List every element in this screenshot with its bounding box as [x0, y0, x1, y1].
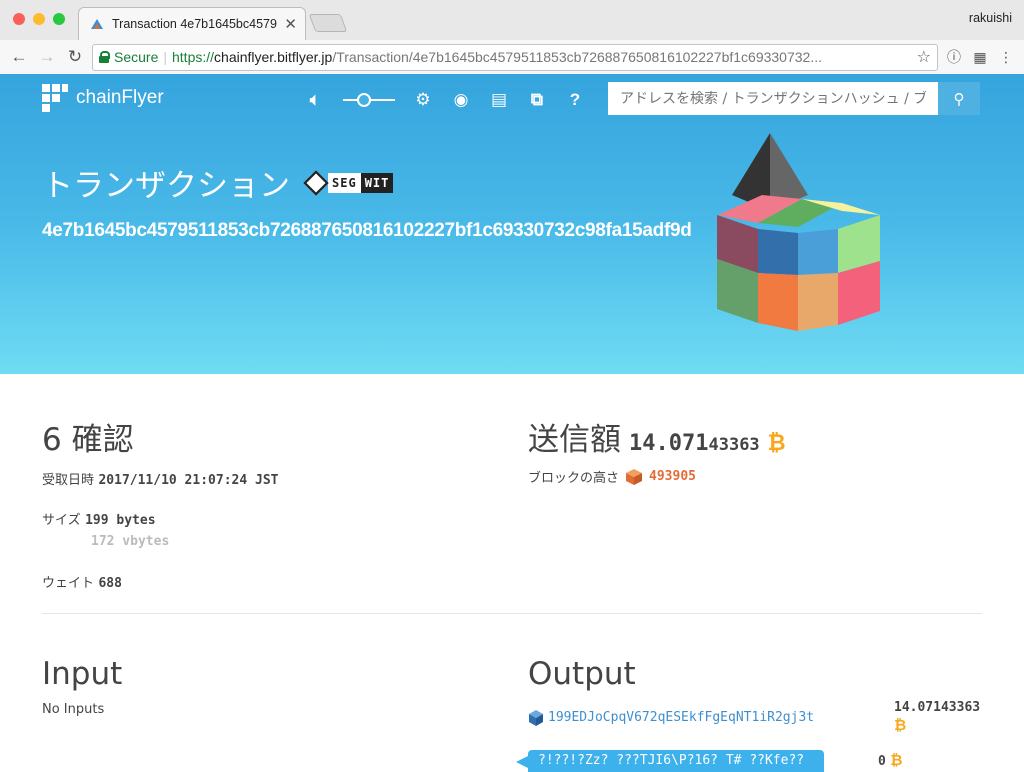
site-favicon-icon [91, 19, 103, 29]
size-value: 199 bytes [85, 513, 156, 528]
weight-label: ウェイト [42, 576, 95, 591]
lock-icon [99, 51, 110, 63]
input-heading: Input [42, 656, 123, 692]
input-section: Input No Inputs [42, 656, 122, 717]
segwit-badge: SEG WIT [303, 169, 394, 196]
amount-minor: 43363 [708, 435, 760, 455]
new-tab-button[interactable] [308, 14, 348, 32]
tags-icon[interactable]: ⧉ [527, 90, 547, 110]
help-icon[interactable]: ? [565, 90, 585, 110]
search-input[interactable] [608, 82, 938, 115]
search-bar: ⚲ [608, 82, 980, 115]
back-icon[interactable]: ← [8, 46, 30, 68]
size-label: サイズ [42, 513, 81, 528]
eye-icon[interactable]: ◉ [451, 90, 471, 110]
tab-close-icon[interactable]: ✕ [284, 15, 297, 33]
output-address-link[interactable]: 199EDJoCpqV672qESEkfFgEqNT1iR2gj3t [548, 710, 814, 725]
output-amount-row: 0 ₿ [878, 750, 908, 772]
amount-label: 送信額 [528, 422, 621, 458]
segwit-logo-icon [303, 169, 329, 196]
block-height-link[interactable]: 493905 [649, 469, 696, 484]
block-illustration-icon [717, 133, 880, 331]
amount-section: 送信額 14.07143363 ₿ ブロックの高さ 493905 [528, 414, 786, 486]
hero-banner: chainFlyer 🔈︎ ⚙ ◉ ▤ ⧉ ? ⚲ トランザクション SEG W… [0, 74, 1024, 374]
url-text: https://chainflyer.bitflyer.jp/Transacti… [172, 49, 822, 65]
block-cube-icon [626, 468, 643, 485]
info-extension-icon[interactable]: ⓘ [944, 47, 964, 67]
page-title-row: トランザクション SEG WIT [42, 160, 394, 205]
close-window-button[interactable] [13, 13, 25, 25]
segwit-label-b: WIT [360, 172, 394, 193]
forward-icon[interactable]: → [36, 46, 58, 68]
bitcoin-icon: ₿ [894, 717, 907, 734]
transaction-id: 4e7b1645bc4579511853cb726887650816102227… [42, 220, 692, 241]
maximize-window-button[interactable] [53, 13, 65, 25]
gear-icon[interactable]: ⚙ [413, 90, 433, 110]
output-section: Output 199EDJoCpqV672qESEkfFgEqNT1iR2gj3… [528, 656, 988, 735]
reload-icon[interactable]: ↻ [64, 46, 86, 68]
bitcoin-icon: ₿ [890, 752, 903, 769]
secure-label: Secure [114, 49, 159, 65]
window-controls [13, 13, 65, 25]
browser-toolbar: ← → ↻ Secure | https://chainflyer.bitfly… [0, 40, 1024, 74]
section-divider [42, 613, 982, 614]
url-scheme: https:// [172, 49, 215, 65]
brand-name: chainFlyer [76, 87, 164, 108]
url-host: chainflyer.bitflyer.jp [214, 49, 333, 65]
amount-major: 14.071 [629, 431, 709, 456]
no-inputs-text: No Inputs [42, 702, 105, 717]
search-icon: ⚲ [953, 90, 965, 108]
profile-name[interactable]: rakuishi [969, 11, 1012, 25]
block-height-label: ブロックの高さ [528, 471, 620, 486]
received-label: 受取日時 [42, 473, 95, 488]
weight-value: 688 [98, 576, 122, 591]
browser-chrome: Transaction 4e7b1645bc4579 ✕ rakuishi ← … [0, 0, 1024, 74]
page-title: トランザクション [42, 168, 290, 204]
output-amount: 14.07143363 [894, 700, 981, 715]
transaction-details: 6 確認 受取日時 2017/11/10 21:07:24 JST サイズ 19… [0, 374, 1024, 772]
volume-slider[interactable] [343, 93, 395, 107]
header-nav: 🔈︎ ⚙ ◉ ▤ ⧉ ? [305, 90, 585, 110]
document-icon[interactable]: ▤ [489, 90, 509, 110]
tab-bar: Transaction 4e7b1645bc4579 ✕ rakuishi [0, 0, 1024, 40]
speaker-icon[interactable]: 🔈︎ [305, 90, 325, 110]
received-value: 2017/11/10 21:07:24 JST [98, 473, 279, 488]
segwit-label-a: SEG [328, 172, 361, 193]
bookmark-star-icon[interactable]: ☆ [917, 47, 931, 67]
minimize-window-button[interactable] [33, 13, 45, 25]
tab-title: Transaction 4e7b1645bc4579 [112, 17, 277, 31]
vsize-value: 172 vbytes [91, 534, 170, 549]
menu-icon[interactable]: ⋮ [996, 47, 1016, 67]
output-amount: 0 [878, 754, 886, 769]
output-row: 199EDJoCpqV672qESEkfFgEqNT1iR2gj3t 14.07… [528, 700, 988, 735]
op-return-message: ?!??!?Zz? ???TJI6\P?16? T# ??Kfe?? [516, 750, 824, 772]
address-cube-icon [529, 709, 543, 726]
search-button[interactable]: ⚲ [938, 82, 980, 115]
address-bar[interactable]: Secure | https://chainflyer.bitflyer.jp/… [92, 43, 938, 71]
puzzle-extension-icon[interactable]: ▦ [970, 47, 990, 67]
output-heading: Output [528, 656, 636, 692]
bitcoin-icon: ₿ [767, 430, 786, 455]
confirmations-section: 6 確認 受取日時 2017/11/10 21:07:24 JST サイズ 19… [42, 414, 278, 592]
confirmations: 6 確認 [42, 422, 134, 458]
chainflyer-logo-icon [42, 84, 68, 112]
browser-tab[interactable]: Transaction 4e7b1645bc4579 ✕ [78, 7, 306, 40]
url-path: /Transaction/4e7b1645bc4579511853cb72688… [332, 49, 822, 65]
url-separator: | [163, 49, 167, 65]
brand-logo[interactable]: chainFlyer [42, 84, 164, 112]
